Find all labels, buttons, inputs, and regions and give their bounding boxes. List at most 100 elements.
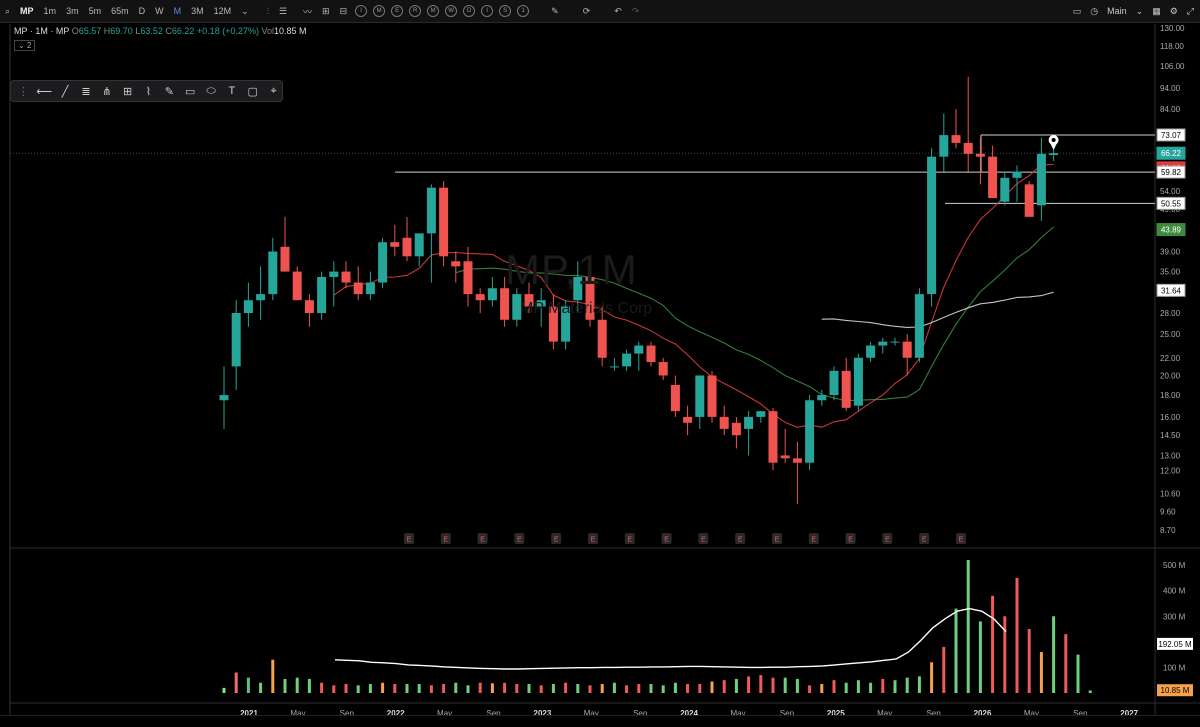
chart-area[interactable]: E E E E E E E E E E E E E E E E 8.70 9.60 10.60 12.00 13.00… bbox=[0, 0, 1200, 726]
volume-bar bbox=[759, 675, 763, 693]
candle-body bbox=[329, 271, 339, 277]
candle bbox=[683, 405, 693, 436]
ellipse-icon[interactable]: ⬭ bbox=[203, 83, 220, 99]
rectangle-icon[interactable]: ▭ bbox=[182, 83, 199, 99]
candle-body bbox=[841, 370, 851, 408]
company-watermark: MP Materials Corp bbox=[520, 300, 653, 317]
volume-bar bbox=[222, 687, 226, 693]
volume-bar bbox=[564, 682, 568, 693]
candle bbox=[487, 276, 497, 307]
price-tick-label: 35.00 bbox=[1160, 268, 1181, 277]
candle bbox=[622, 349, 632, 371]
volume-bar bbox=[234, 672, 238, 693]
candle-body bbox=[487, 288, 497, 301]
candle bbox=[439, 181, 449, 267]
volume-bar bbox=[551, 684, 555, 693]
volume-bar bbox=[783, 677, 787, 693]
fib-icon[interactable]: ≣ bbox=[78, 83, 95, 99]
grid-icon[interactable]: ⊞ bbox=[119, 83, 136, 99]
ma50-line bbox=[821, 291, 1054, 328]
volume-bar bbox=[820, 684, 824, 693]
volume-label-vol_ma: 192.05 M bbox=[1158, 640, 1192, 649]
candle-body bbox=[439, 187, 449, 257]
candle bbox=[463, 246, 473, 307]
pen-icon[interactable]: ✎ bbox=[161, 83, 178, 99]
pitchfork-icon[interactable]: ⋔ bbox=[98, 83, 115, 99]
volume-bar bbox=[930, 662, 934, 693]
legend-title: MP · 1M · MP bbox=[14, 26, 70, 36]
candle-body bbox=[292, 271, 302, 301]
volume-bar bbox=[320, 682, 324, 693]
candle bbox=[231, 300, 241, 390]
drag-handle-icon[interactable]: ⋮ bbox=[15, 83, 32, 99]
candle-body bbox=[304, 300, 314, 314]
candle-body bbox=[866, 345, 876, 358]
candle-body bbox=[1012, 171, 1022, 178]
candle bbox=[805, 395, 815, 471]
volume-bar bbox=[271, 659, 275, 693]
candle bbox=[1036, 137, 1046, 221]
price-label-level: 59.82 bbox=[1161, 168, 1182, 177]
volume-bar bbox=[722, 680, 726, 693]
candle-body bbox=[670, 384, 680, 412]
candle bbox=[658, 357, 668, 381]
volume-bar bbox=[588, 685, 592, 693]
candle bbox=[646, 341, 656, 367]
candle-body bbox=[719, 416, 729, 429]
price-tick-label: 39.00 bbox=[1160, 248, 1181, 257]
volume-bar bbox=[832, 680, 836, 693]
price-tick-label: 106.00 bbox=[1160, 62, 1185, 71]
candle bbox=[634, 341, 644, 371]
candle-body bbox=[695, 375, 705, 417]
pin-icon[interactable]: ⌖ bbox=[265, 83, 282, 99]
legend-high: 69.70 bbox=[110, 26, 133, 36]
price-tick-label: 22.00 bbox=[1160, 354, 1181, 363]
earnings-label: E bbox=[554, 537, 559, 544]
candle-body bbox=[853, 357, 863, 406]
volume-bar bbox=[795, 678, 799, 693]
price-tick-label: 10.60 bbox=[1160, 489, 1181, 498]
candle bbox=[378, 237, 388, 289]
volume-bar bbox=[1015, 577, 1019, 693]
collapse-indicators-button[interactable]: ⌄ 2 bbox=[14, 40, 36, 51]
arrow-left-icon[interactable]: ⟵ bbox=[36, 83, 53, 99]
volume-bar bbox=[771, 677, 775, 693]
candle-body bbox=[341, 271, 351, 283]
volume-bar bbox=[1052, 616, 1056, 693]
volume-tick-label: 500 M bbox=[1163, 561, 1186, 570]
candle bbox=[292, 266, 302, 301]
earnings-label: E bbox=[738, 537, 743, 544]
price-tick-label: 118.00 bbox=[1160, 42, 1184, 51]
candle-body bbox=[365, 282, 375, 295]
volume-bar bbox=[381, 682, 385, 693]
candles-group bbox=[219, 76, 1059, 505]
volume-bar bbox=[808, 685, 812, 693]
candle-body bbox=[890, 341, 900, 343]
volume-label-vol: 10.85 M bbox=[1161, 686, 1190, 695]
price-tick-label: 54.00 bbox=[1160, 187, 1181, 196]
callout-icon[interactable]: ▢ bbox=[244, 83, 261, 99]
volume-bar bbox=[661, 685, 665, 693]
earnings-label: E bbox=[480, 537, 485, 544]
volume-bar bbox=[295, 677, 299, 693]
candle-body bbox=[597, 319, 607, 358]
candle-body bbox=[463, 261, 473, 295]
brush-icon[interactable]: ⌇ bbox=[140, 83, 157, 99]
earnings-label: E bbox=[885, 537, 890, 544]
candle-body bbox=[792, 458, 802, 463]
earnings-label: E bbox=[959, 537, 964, 544]
candle-body bbox=[317, 276, 327, 314]
legend-volume: 10.85 M bbox=[274, 26, 307, 36]
candle-body bbox=[805, 400, 815, 463]
candle-body bbox=[243, 300, 253, 314]
volume-bar bbox=[259, 682, 263, 693]
trend-line-icon[interactable]: ╱ bbox=[57, 83, 74, 99]
legend-o-label: O bbox=[71, 26, 79, 36]
candle bbox=[1024, 181, 1034, 217]
price-label-level: 50.55 bbox=[1161, 199, 1182, 208]
volume-bar bbox=[881, 678, 885, 693]
text-icon[interactable]: T bbox=[223, 83, 240, 99]
volume-bar bbox=[576, 684, 580, 693]
candle-body bbox=[829, 370, 839, 396]
volume-tick-label: 400 M bbox=[1163, 587, 1186, 596]
